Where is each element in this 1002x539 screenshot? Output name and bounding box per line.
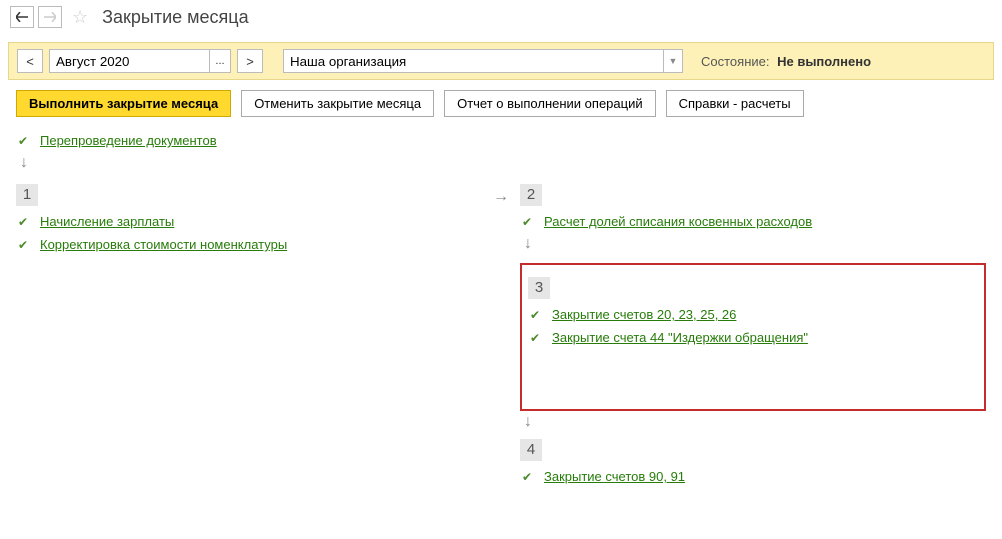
organization-dropdown-button[interactable]: ▼ [663,49,683,73]
period-next-button[interactable]: > [237,49,263,73]
prestep-link[interactable]: Перепроведение документов [40,133,217,148]
step-3a-link[interactable]: Закрытие счетов 20, 23, 25, 26 [552,307,736,322]
period-input[interactable] [49,49,209,73]
flow-right-icon: → [493,188,509,206]
report-button[interactable]: Отчет о выполнении операций [444,90,656,117]
check-icon: ✔ [528,308,542,322]
check-icon: ✔ [520,215,534,229]
step-1a-link[interactable]: Начисление зарплаты [40,214,174,229]
step-2a-link[interactable]: Расчет долей списания косвенных расходов [544,214,812,229]
period-select-button[interactable]: ... [209,49,231,73]
cancel-button[interactable]: Отменить закрытие месяца [241,90,434,117]
step-3b-link[interactable]: Закрытие счета 44 "Издержки обращения" [552,330,808,345]
status-label: Состояние: [701,54,769,69]
stage-1-num: 1 [16,184,38,206]
stage-2-num: 2 [520,184,542,206]
check-icon: ✔ [520,470,534,484]
check-icon: ✔ [528,331,542,345]
flow-down-icon: ↓ [520,233,986,255]
refs-button[interactable]: Справки - расчеты [666,90,804,117]
flow-down-icon: ↓ [520,411,986,433]
organization-input[interactable] [283,49,663,73]
arrow-left-icon [16,12,28,22]
execute-button[interactable]: Выполнить закрытие месяца [16,90,231,117]
nav-back-button[interactable] [10,6,34,28]
arrow-right-icon [44,12,56,22]
favorite-star-icon[interactable]: ☆ [72,7,88,28]
period-prev-button[interactable]: < [17,49,43,73]
check-icon: ✔ [16,215,30,229]
check-icon: ✔ [16,134,30,148]
status-value: Не выполнено [777,54,871,69]
step-4a-link[interactable]: Закрытие счетов 90, 91 [544,469,685,484]
stage-3-num: 3 [528,277,550,299]
toolbar: < ... > ▼ Состояние: Не выполнено [8,42,994,80]
page-title: Закрытие месяца [102,7,248,28]
step-1b-link[interactable]: Корректировка стоимости номенклатуры [40,237,287,252]
flow-down-icon: ↓ [16,152,986,174]
stage-4-num: 4 [520,439,542,461]
check-icon: ✔ [16,238,30,252]
nav-forward-button[interactable] [38,6,62,28]
stage-3-highlight: 3 ✔ Закрытие счетов 20, 23, 25, 26 ✔ Зак… [520,263,986,411]
